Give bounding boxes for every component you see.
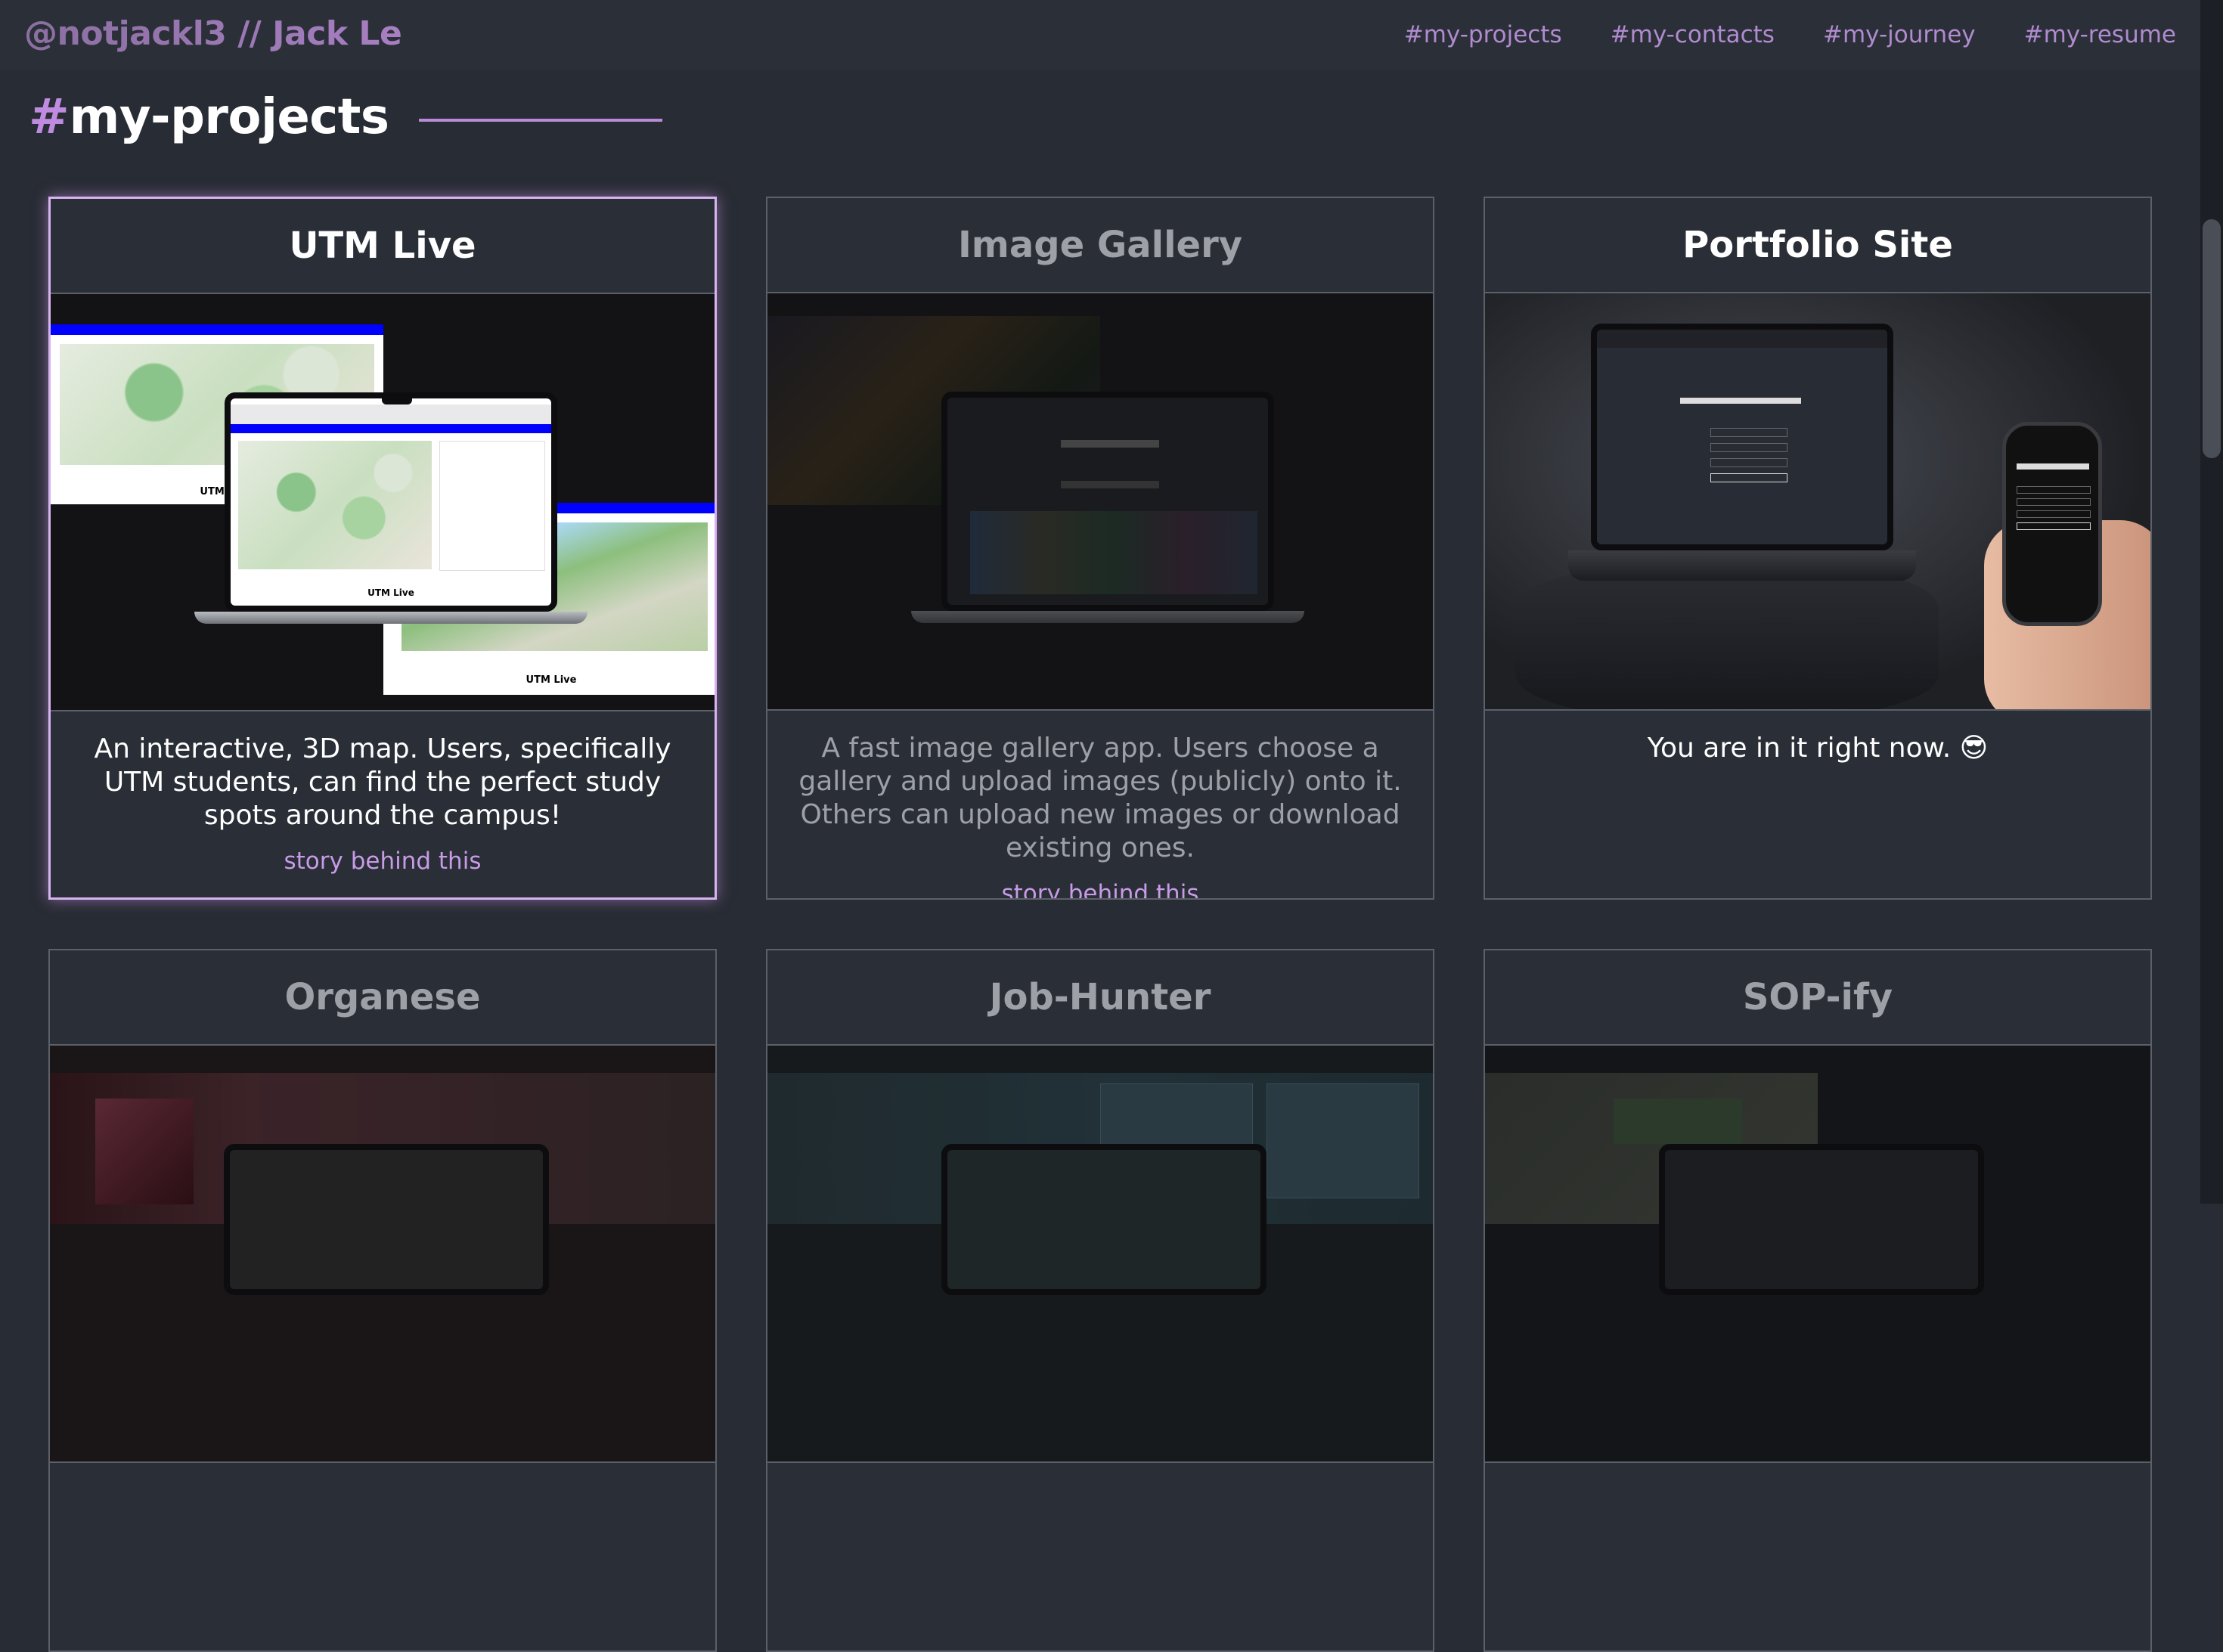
project-card-portfolio-site[interactable]: Portfolio Site You are in it right now. …	[1484, 197, 2152, 900]
card-title: UTM Live	[51, 199, 715, 294]
card-title: Job-Hunter	[767, 950, 1433, 1046]
laptop-mockup	[941, 1144, 1267, 1295]
card-image	[1485, 1046, 2150, 1463]
nav-links: #my-projects #my-contacts #my-journey #m…	[1404, 21, 2176, 48]
section-hash: #	[29, 89, 70, 145]
card-image	[767, 1046, 1433, 1463]
card-description: You are in it right now. 😎	[1647, 733, 1989, 764]
project-card-sop-ify[interactable]: SOP-ify	[1484, 949, 2152, 1652]
card-title: Organese	[50, 950, 715, 1046]
card-title: Image Gallery	[767, 198, 1433, 293]
project-card-job-hunter[interactable]: Job-Hunter	[766, 949, 1434, 1652]
card-body: A fast image gallery app. Users choose a…	[767, 711, 1433, 898]
section-title: my-projects	[69, 89, 389, 145]
card-image	[1485, 293, 2150, 711]
site-brand[interactable]: @notjackl3 // Jack Le	[24, 14, 402, 53]
map-caption: UTM Live	[383, 671, 715, 690]
story-link[interactable]: story behind this	[81, 845, 684, 878]
nav-link-projects[interactable]: #my-projects	[1404, 21, 1562, 48]
story-link[interactable]: story behind this	[798, 877, 1403, 898]
phone-mockup	[2002, 422, 2102, 626]
laptop-mockup	[1568, 324, 1916, 626]
scrollbar-thumb[interactable]	[2203, 219, 2221, 458]
project-card-organese[interactable]: Organese	[48, 949, 717, 1652]
card-description: A fast image gallery app. Users choose a…	[798, 733, 1402, 863]
nav-link-resume[interactable]: #my-resume	[2024, 21, 2176, 48]
card-title: Portfolio Site	[1485, 198, 2150, 293]
laptop-mockup	[1659, 1144, 1984, 1295]
map-caption: UTM Live	[231, 584, 551, 601]
card-body: An interactive, 3D map. Users, specifica…	[51, 711, 715, 878]
card-image: UTM L UTM Live UTM Live	[51, 294, 715, 711]
laptop-mockup: UTM Live	[194, 392, 588, 627]
section-underline	[419, 119, 663, 122]
section-heading: # my-projects	[29, 89, 663, 145]
top-navbar: @notjackl3 // Jack Le #my-projects #my-c…	[0, 0, 2200, 70]
nav-link-contacts[interactable]: #my-contacts	[1611, 21, 1775, 48]
card-image	[50, 1046, 715, 1463]
card-image	[767, 293, 1433, 711]
laptop-mockup	[911, 392, 1304, 626]
page-scrollbar[interactable]	[2200, 0, 2223, 1204]
laptop-mockup	[224, 1144, 549, 1295]
project-card-image-gallery[interactable]: Image Gallery A fast image gallery app. …	[766, 197, 1434, 900]
card-title: SOP-ify	[1485, 950, 2150, 1046]
card-body: You are in it right now. 😎	[1485, 711, 2150, 765]
project-card-utm-live[interactable]: UTM Live UTM L UTM Live UTM Live An inte…	[48, 197, 717, 900]
card-description: An interactive, 3D map. Users, specifica…	[94, 733, 671, 831]
nav-link-journey[interactable]: #my-journey	[1823, 21, 1976, 48]
